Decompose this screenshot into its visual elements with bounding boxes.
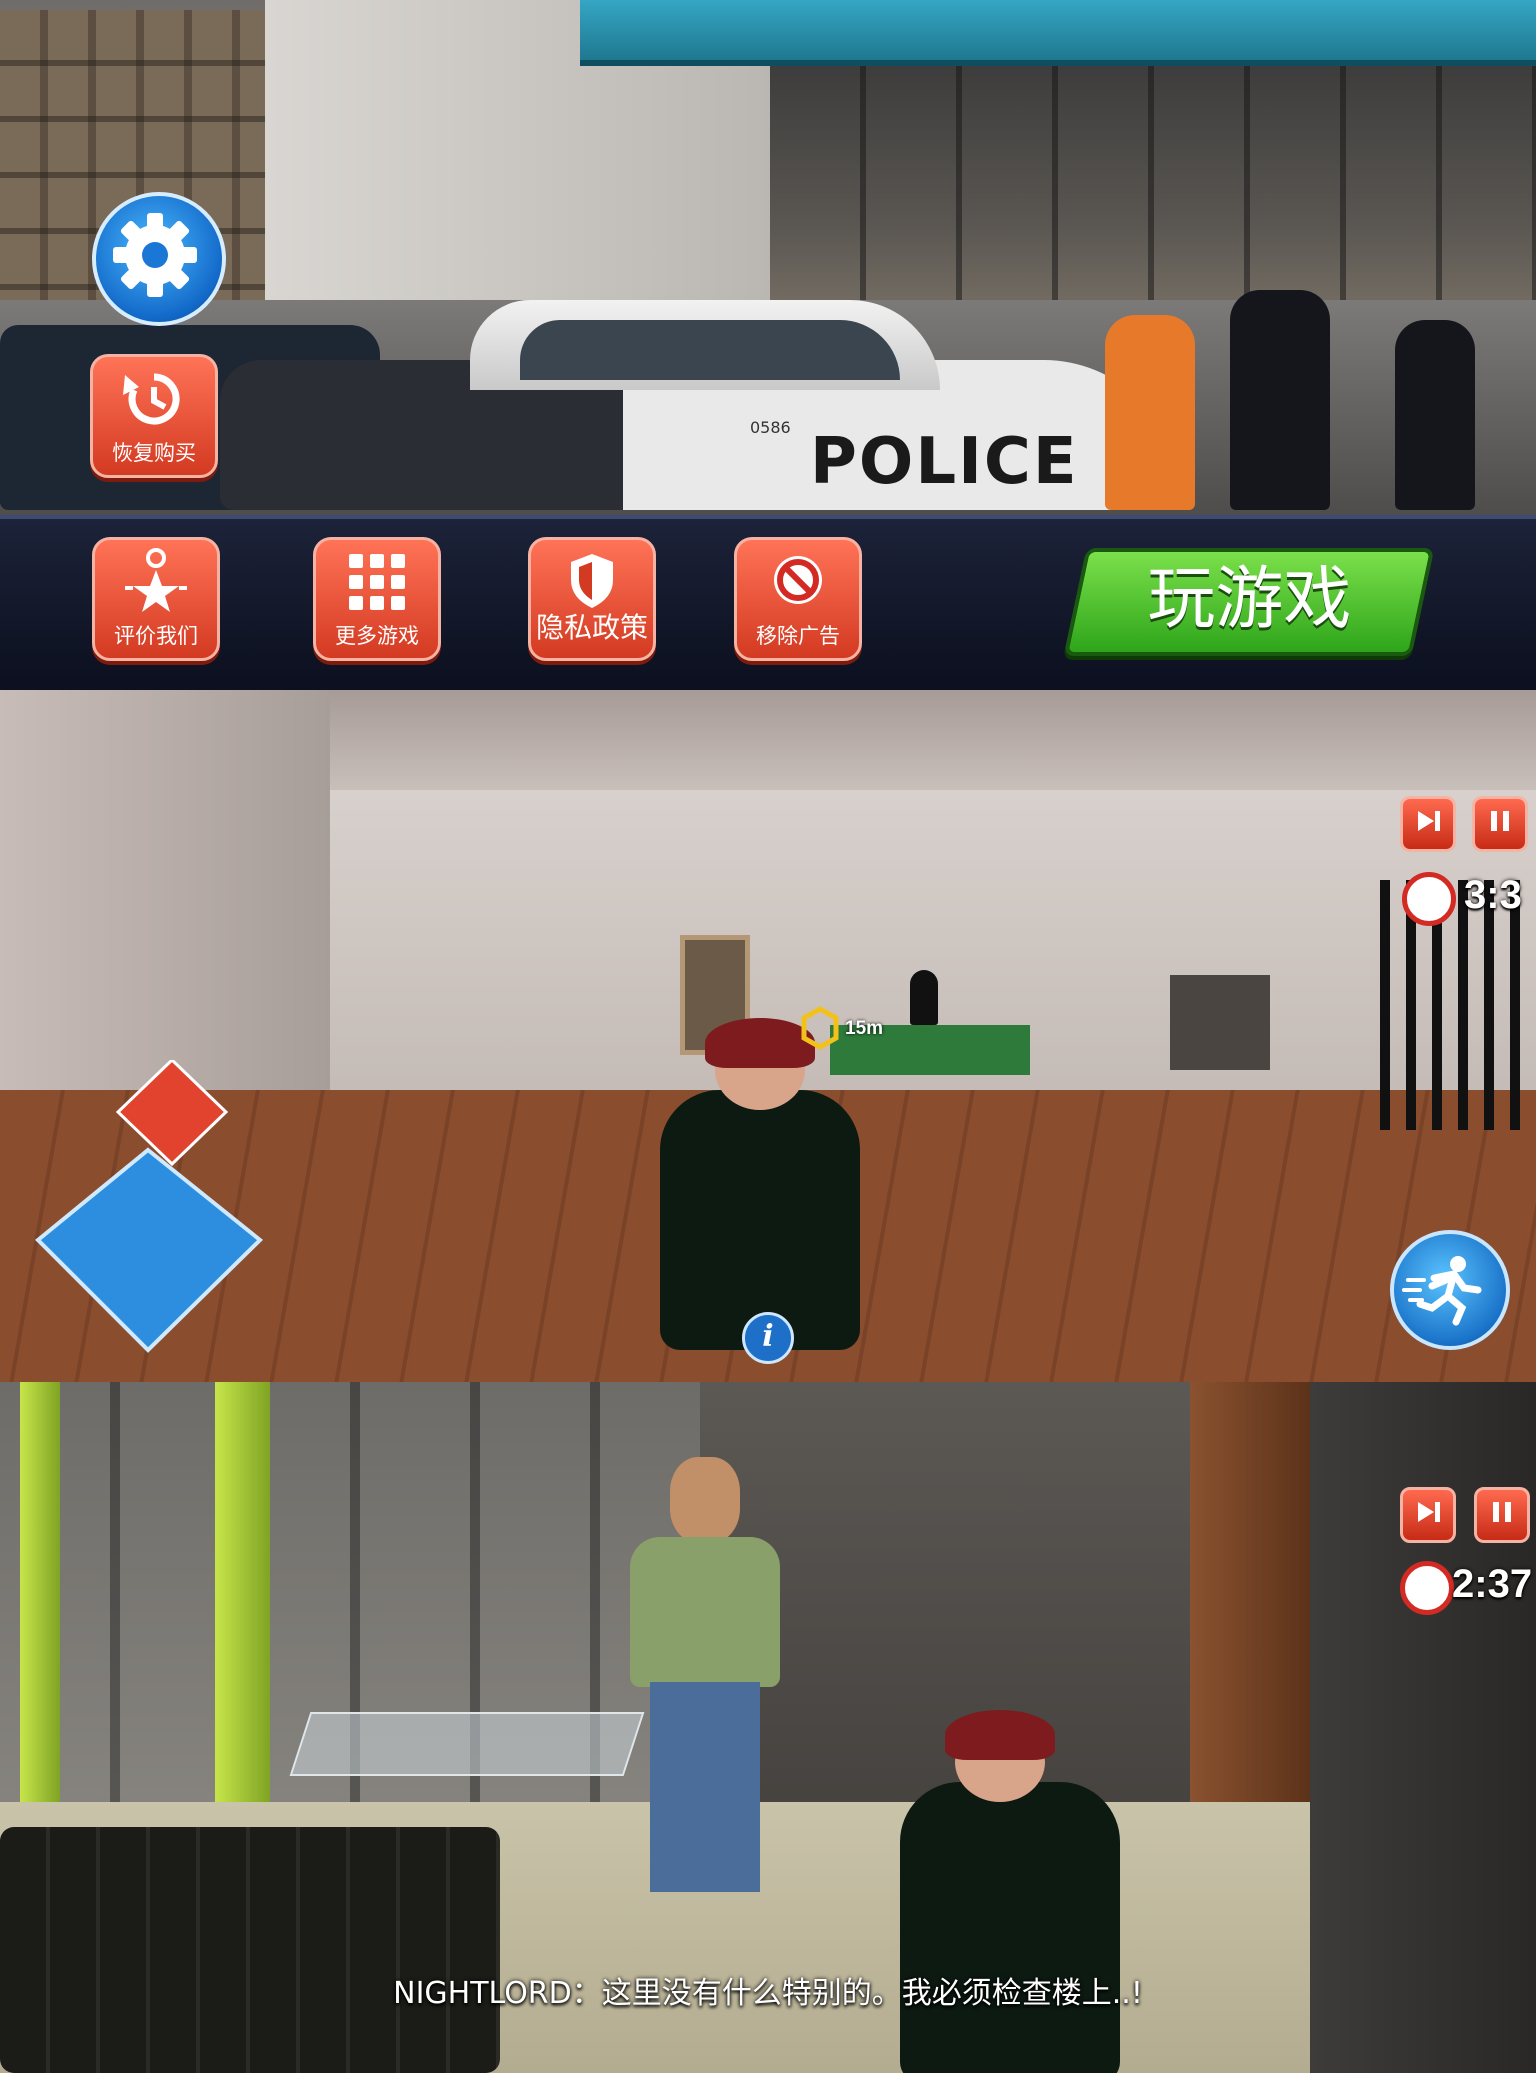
pause-icon [1491, 811, 1509, 831]
gear-icon [113, 213, 197, 297]
more-games-label: 更多游戏 [335, 624, 419, 648]
prisoner-figure [1105, 315, 1195, 510]
pause-button[interactable] [1472, 796, 1528, 852]
restore-purchase-button[interactable]: 恢复购买 [90, 354, 218, 478]
rate-star-icon [125, 548, 187, 612]
skip-icon [1418, 1502, 1440, 1522]
skip-button[interactable] [1400, 796, 1456, 852]
running-man-icon [1402, 1256, 1482, 1326]
waypoint-hex-icon [801, 1006, 839, 1050]
more-games-button[interactable]: 更多游戏 [313, 537, 441, 661]
sofa [0, 1827, 500, 2073]
pause-icon [1493, 1502, 1511, 1522]
skip-button[interactable] [1400, 1487, 1456, 1543]
police-car: 0586 POLICE [220, 300, 1180, 510]
waypoint-distance: 15m [845, 1018, 884, 1039]
mission-timer: 2:37 [1452, 1562, 1533, 1606]
background-awning [580, 0, 1536, 66]
alarm-clock-icon [1402, 872, 1456, 926]
play-game-button[interactable]: 玩游戏 [1063, 548, 1435, 656]
glass-table [289, 1712, 645, 1776]
car-police-text: POLICE [810, 425, 1079, 499]
grid-icon [349, 554, 405, 610]
receptionist-figure [910, 970, 938, 1025]
cabinet [1170, 975, 1270, 1070]
info-button[interactable]: i [742, 1312, 794, 1364]
restore-icon [123, 373, 180, 425]
settings-button[interactable] [92, 192, 226, 326]
privacy-policy-button[interactable]: 隐私政策 [528, 537, 656, 661]
car-number: 0586 [750, 418, 791, 437]
rate-us-label: 评价我们 [114, 624, 198, 648]
restore-purchase-label: 恢复购买 [112, 441, 196, 465]
main-menu-screen: 0586 POLICE 恢复购买 评价我们 更多游戏 隐私政策 移除广告 玩游戏 [0, 0, 1536, 690]
privacy-policy-label: 隐私政策 [535, 611, 648, 644]
rate-us-button[interactable]: 评价我们 [92, 537, 220, 661]
dialogue-subtitle: NIGHTLORD：这里没有什么特别的。我必须检查楼上..! [393, 1976, 1143, 2011]
skip-icon [1418, 811, 1440, 831]
pause-button[interactable] [1474, 1487, 1530, 1543]
play-game-label: 玩游戏 [1147, 560, 1352, 639]
remove-ads-label: 移除广告 [756, 624, 840, 648]
police-officer-figure [1395, 320, 1475, 510]
alarm-clock-icon [1400, 1561, 1454, 1615]
remove-ads-button[interactable]: 移除广告 [734, 537, 862, 661]
sprint-button[interactable] [1390, 1230, 1510, 1350]
movement-joystick[interactable] [30, 1060, 270, 1360]
mission-timer: 3:3 [1464, 873, 1522, 917]
no-entry-icon [774, 556, 822, 604]
police-officer-figure [1230, 290, 1330, 510]
